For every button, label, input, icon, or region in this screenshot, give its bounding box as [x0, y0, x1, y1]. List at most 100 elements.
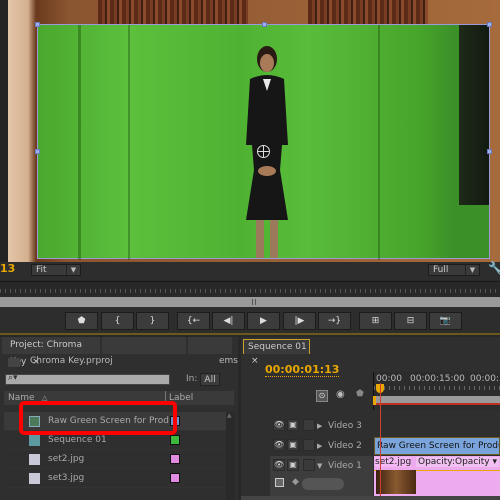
tab-empty[interactable] [188, 337, 232, 354]
work-area-start-handle[interactable] [373, 396, 376, 405]
playback-quality-dropdown[interactable]: Full ▼ [428, 264, 480, 276]
scrollbar-grip[interactable] [252, 299, 256, 305]
in-filter-dropdown[interactable]: All [200, 373, 220, 386]
track-video-3[interactable]: 👁 ▣ ▶ Video 3 [270, 416, 373, 436]
add-marker-button[interactable]: ⬟ [65, 312, 98, 330]
list-item[interactable]: set3.jpg [4, 469, 226, 488]
zoom-scrollbar[interactable] [0, 297, 500, 307]
marker-bulb-icon[interactable]: ◉ [336, 389, 345, 400]
mark-out-button[interactable]: } [136, 312, 169, 330]
project-scrollbar[interactable]: ▲ [226, 412, 235, 500]
playhead-line[interactable] [380, 383, 381, 500]
go-to-in-button[interactable]: {← [177, 312, 210, 330]
step-forward-button[interactable]: |▶ [283, 312, 316, 330]
item-name: set3.jpg [48, 473, 85, 483]
transform-handle[interactable] [262, 22, 267, 27]
scroll-up-icon[interactable]: ▲ [227, 412, 232, 419]
clip-set2[interactable]: set2.jpg Opacity:Opacity ▾ [374, 456, 500, 496]
eye-icon[interactable]: 👁 [273, 419, 285, 431]
chevron-down-icon: ▼ [465, 265, 479, 275]
quality-value: Full [433, 265, 449, 275]
transform-handle[interactable] [487, 22, 492, 27]
ruler-label: 00:00:15:00 [410, 374, 465, 384]
label-swatch[interactable] [170, 454, 180, 464]
ruler-ticks [0, 289, 500, 293]
go-to-out-button[interactable]: →} [318, 312, 351, 330]
clip-raw-green-screen[interactable]: Raw Green Screen for Producti [374, 437, 500, 455]
anchor-point-crosshair[interactable] [257, 145, 270, 158]
track-video-2[interactable]: 👁 ▣ ▶ Video 2 [270, 436, 373, 456]
transform-handle[interactable] [35, 149, 40, 154]
effect-dropdown[interactable]: Opacity:Opacity ▾ [416, 457, 499, 467]
tab-sequence-01[interactable]: Sequence 01 × [243, 339, 310, 366]
add-marker-icon[interactable]: ⬟ [356, 389, 364, 399]
track-lock-toggle[interactable] [303, 459, 315, 471]
monitor-time-ruler[interactable] [0, 281, 500, 295]
zoom-level-dropdown[interactable]: Fit ▼ [31, 264, 81, 276]
ruler-ticks [374, 386, 500, 390]
track-label: Video 3 [328, 421, 362, 431]
lift-button[interactable]: ⊞ [359, 312, 392, 330]
transport-controls: ⬟ { } {← ◀| ▶ |▶ →} ⊞ ⊟ 📷 [0, 307, 500, 335]
display-style-icon[interactable] [275, 478, 284, 487]
sync-lock-icon[interactable]: ▣ [287, 459, 299, 471]
expand-triangle-icon[interactable]: ▶ [317, 416, 322, 436]
sequence-icon [29, 435, 40, 446]
label-swatch[interactable] [170, 435, 180, 445]
item-name: set2.jpg [48, 454, 85, 464]
curtain-fold [78, 25, 81, 260]
folder-icon [8, 358, 20, 367]
chevron-down-icon: ▼ [66, 265, 80, 275]
track-label: Video 2 [328, 441, 362, 451]
zoom-level-value: Fit [36, 265, 47, 275]
items-count: ems [219, 356, 238, 366]
in-label: In: [186, 374, 198, 384]
collapse-triangle-icon[interactable]: ▼ [317, 456, 322, 476]
image-file-icon [29, 473, 40, 484]
search-icon: ⌕▾ [8, 373, 18, 383]
track-lock-toggle[interactable] [303, 439, 315, 451]
sync-lock-icon[interactable]: ▣ [287, 419, 299, 431]
sync-lock-icon[interactable]: ▣ [287, 439, 299, 451]
program-monitor [0, 0, 500, 262]
extract-button[interactable]: ⊟ [394, 312, 427, 330]
eye-icon[interactable]: 👁 [273, 439, 285, 451]
highlight-annotation [19, 401, 177, 435]
tab-empty[interactable] [102, 337, 186, 354]
timeline-ruler[interactable]: 00:00 00:00:15:00 00:00:3 [373, 372, 500, 410]
close-icon[interactable]: × [251, 356, 259, 366]
eye-icon[interactable]: 👁 [273, 459, 285, 471]
timeline-timecode[interactable]: 00:00:01:13 [265, 363, 340, 377]
track-video-1[interactable]: 👁 ▣ ▼ Video 1 ◆ [270, 456, 373, 496]
tab-project[interactable]: Project: Chroma Key × [2, 337, 100, 367]
play-button[interactable]: ▶ [247, 312, 280, 330]
keyframe-navigator[interactable] [302, 478, 344, 490]
transform-handle[interactable] [35, 22, 40, 27]
step-back-button[interactable]: ◀| [212, 312, 245, 330]
green-screen-video-frame[interactable] [37, 24, 490, 260]
transform-handle[interactable] [487, 149, 492, 154]
dark-curtain [459, 25, 489, 205]
snap-toggle-icon[interactable]: ⊙ [316, 390, 328, 402]
ruler-label: 00:00:3 [470, 374, 500, 384]
sequence-tab-label: Sequence 01 [248, 342, 307, 352]
track-label: Video 1 [328, 461, 362, 471]
export-frame-button[interactable]: 📷 [429, 312, 462, 330]
bookshelf [98, 0, 248, 24]
image-file-icon [29, 454, 40, 465]
keyframe-icon[interactable]: ◆ [292, 472, 299, 492]
mark-in-button[interactable]: { [101, 312, 134, 330]
curtain-fold [128, 25, 130, 260]
wrench-icon[interactable]: 🔧 [488, 261, 500, 275]
track-divider [241, 496, 500, 500]
list-item[interactable]: set2.jpg [4, 450, 226, 469]
project-file-name: Chroma Key.prproj [30, 356, 113, 366]
clip-thumbnail [376, 470, 416, 494]
work-area-bar[interactable] [374, 396, 500, 405]
effect-label: Opacity:Opacity [418, 457, 490, 467]
project-search-input[interactable]: ⌕▾ [5, 373, 170, 385]
expand-triangle-icon[interactable]: ▶ [317, 436, 322, 456]
monitor-timecode[interactable]: 13 [0, 262, 15, 275]
label-swatch[interactable] [170, 473, 180, 483]
track-lock-toggle[interactable] [303, 419, 315, 431]
